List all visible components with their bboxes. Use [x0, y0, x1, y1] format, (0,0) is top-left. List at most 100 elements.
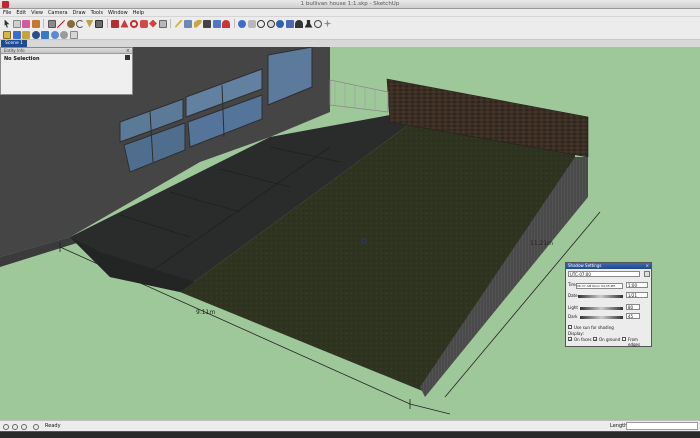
look-around-icon[interactable] [314, 19, 322, 28]
from-edges-checkbox[interactable] [622, 337, 626, 341]
paint-bucket-icon[interactable] [31, 19, 40, 28]
move-icon[interactable] [111, 19, 119, 28]
get-models-icon[interactable] [50, 30, 59, 39]
selection-status: No Selection [4, 56, 40, 62]
dark-field[interactable]: 45 [626, 313, 640, 319]
toolbar-separator [43, 19, 44, 28]
shadow-settings-dialog: Shadow Settings × UTC-07:00 Time 06:37 A… [565, 262, 652, 347]
make-component-icon[interactable] [12, 19, 21, 28]
toolbar-separator [233, 19, 235, 28]
use-sun-label: Use sun for shading [574, 325, 614, 330]
menu-tools[interactable]: Tools [91, 10, 103, 16]
on-faces-checkbox[interactable]: ✓ [568, 337, 572, 342]
freehand-icon[interactable] [95, 19, 103, 28]
title-bar: 1 bullivan house 1:1.skp - SketchUp [0, 0, 700, 9]
orbit-icon[interactable] [238, 19, 246, 28]
text-icon[interactable] [203, 19, 211, 28]
pan-icon[interactable] [247, 19, 256, 28]
shadow-settings-title: Shadow Settings [568, 263, 602, 268]
line-icon[interactable] [57, 19, 65, 28]
time-slider[interactable]: 06:37 AM Noon 04:35 PM [576, 283, 623, 289]
3d-text-icon[interactable] [222, 19, 230, 28]
balustrade [329, 79, 389, 113]
help-icon[interactable] [33, 424, 39, 430]
tape-measure-icon[interactable] [174, 19, 183, 28]
3d-viewport[interactable]: 9.11m 11.21m [0, 47, 700, 420]
entity-info-panel: Entity Info × No Selection [0, 47, 133, 95]
menu-view[interactable]: View [31, 10, 43, 16]
user-icon[interactable] [21, 424, 27, 430]
geo-location-icon[interactable] [3, 424, 9, 430]
length-dimension-label: 11.21m [530, 240, 553, 247]
menu-draw[interactable]: Draw [73, 10, 86, 16]
menu-help[interactable]: Help [133, 10, 144, 16]
components-icon[interactable] [22, 30, 30, 39]
follow-me-icon[interactable] [139, 19, 148, 28]
scale-icon[interactable] [149, 19, 157, 28]
panel-menu-icon[interactable] [125, 55, 130, 60]
dark-label: Dark [568, 314, 578, 319]
rotate-icon[interactable] [130, 19, 138, 28]
share-model-icon[interactable] [41, 30, 49, 39]
protractor-icon[interactable] [193, 19, 202, 28]
push-pull-icon[interactable] [120, 19, 129, 28]
zoom-icon[interactable] [257, 19, 265, 28]
length-label: Length [610, 423, 628, 429]
axes-icon[interactable] [212, 19, 221, 28]
open-folder-icon[interactable] [3, 30, 11, 39]
tab-scene-1[interactable]: Scene 1 [1, 40, 28, 47]
3d-warehouse-icon[interactable] [31, 30, 40, 39]
google-earth-icon[interactable] [60, 30, 68, 39]
menu-camera[interactable]: Camera [48, 10, 68, 16]
from-edges-label: From edges [628, 337, 641, 347]
timezone-select[interactable]: UTC-07:00 [568, 271, 640, 277]
credits-icon[interactable] [12, 424, 18, 430]
position-camera-icon[interactable] [295, 19, 303, 28]
secondary-toolbar [0, 30, 700, 40]
toolbar-separator [106, 19, 108, 28]
zoom-window-icon[interactable] [266, 19, 275, 28]
close-icon[interactable]: × [646, 263, 649, 269]
rectangle-icon[interactable] [47, 19, 56, 28]
light-field[interactable]: 80 [626, 304, 640, 310]
toolbar-separator [170, 19, 171, 28]
shadows-toggle-icon[interactable] [644, 271, 650, 277]
time-field[interactable]: 1:00 [626, 282, 648, 288]
date-field[interactable]: 1/21 [626, 292, 648, 298]
display-label: Display: [568, 331, 584, 336]
main-toolbar [0, 17, 700, 30]
model-scene[interactable]: 9.11m 11.21m [0, 47, 700, 420]
offset-icon[interactable] [158, 19, 167, 28]
menu-window[interactable]: Window [108, 10, 128, 16]
polygon-icon[interactable] [85, 19, 94, 28]
arc-icon[interactable] [76, 19, 84, 28]
taskbar [0, 431, 700, 438]
width-dimension-label: 9.11m [196, 309, 215, 316]
date-label: Date [568, 293, 578, 298]
light-label: Light [568, 305, 578, 310]
status-text: Ready [45, 423, 61, 429]
on-ground-checkbox[interactable]: ✓ [593, 337, 597, 342]
status-bar: Ready Length [0, 420, 700, 431]
on-ground-label: On ground [599, 337, 621, 342]
menu-file[interactable]: File [3, 10, 11, 16]
menu-edit[interactable]: Edit [16, 10, 26, 16]
dark-slider[interactable] [580, 316, 623, 319]
circle-icon[interactable] [66, 19, 75, 28]
date-slider[interactable] [578, 295, 623, 298]
save-icon[interactable] [12, 30, 21, 39]
dimension-icon[interactable] [184, 19, 192, 28]
walk-icon[interactable] [304, 19, 313, 28]
use-sun-checkbox[interactable] [568, 325, 572, 329]
previous-view-icon[interactable] [285, 19, 294, 28]
zoom-extents-icon[interactable] [276, 19, 284, 28]
window-title: 1 bullivan house 1:1.skp - SketchUp [300, 1, 400, 7]
entity-info-title: Entity Info [4, 48, 25, 53]
section-plane-icon[interactable] [323, 19, 332, 28]
measurements-box[interactable] [626, 422, 698, 430]
print-icon[interactable] [69, 30, 78, 39]
select-icon[interactable] [4, 19, 10, 28]
light-slider[interactable] [580, 307, 623, 310]
shadow-settings-header[interactable]: Shadow Settings × [566, 263, 651, 269]
eraser-icon[interactable] [22, 19, 30, 28]
